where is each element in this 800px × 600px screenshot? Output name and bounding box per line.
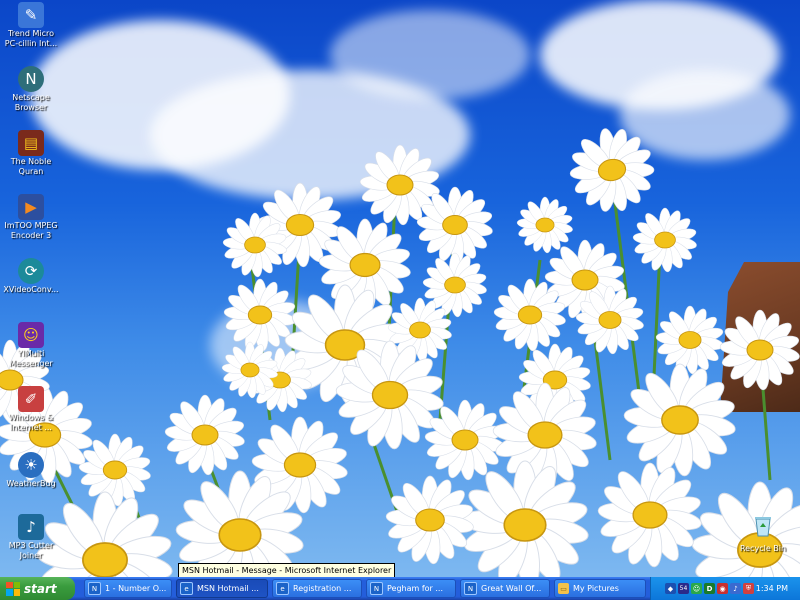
taskbar-item-label: 1 - Number O... — [105, 584, 167, 593]
ie-icon: N — [370, 582, 383, 595]
audio-icon: ♪ — [18, 514, 44, 540]
volume-icon[interactable]: ♪ — [730, 583, 741, 594]
desktop-icon-yimulti[interactable]: ☺ YIMulti Messenger — [2, 322, 60, 369]
taskbar-item-my-pictures[interactable]: ▭ My Pictures — [554, 579, 646, 598]
start-button[interactable]: start — [0, 577, 75, 600]
desktop-icon-imtoo[interactable]: ▶ ImTOO MPEG Encoder 3 — [2, 194, 60, 241]
taskbar-item-great-wall[interactable]: N Great Wall Of... — [460, 579, 550, 598]
recycle-bin-label: Recycle Bin — [739, 544, 787, 553]
desktop-icon-label: YIMulti Messenger — [9, 349, 53, 368]
network-icon[interactable]: ◆ — [665, 583, 676, 594]
taskbar-item-label: Pegham for ... — [387, 584, 444, 593]
taskbar-item-label: Great Wall Of... — [481, 584, 542, 593]
taskbar-item-msn-hotmail[interactable]: e MSN Hotmail ... — [176, 579, 268, 598]
book-icon: ▤ — [18, 130, 44, 156]
desktop-icon-windows-internet[interactable]: ✐ Windows & Internet ... — [2, 386, 60, 433]
desktop-icon-trend-micro[interactable]: ✎ Trend Micro PC-cillin Int... — [2, 2, 60, 49]
desktop-icon-noble-quran[interactable]: ▤ The Noble Quran — [2, 130, 60, 177]
taskbar-item-label: MSN Hotmail ... — [197, 584, 259, 593]
taskbar-tooltip: MSN Hotmail - Message - Microsoft Intern… — [178, 563, 396, 577]
desktop-icon-label: Windows & Internet ... — [8, 413, 54, 432]
desktop-icon-mp3-cutter[interactable]: ♪ MP3 Cutter Joiner — [2, 514, 60, 561]
netscape-icon: N — [18, 66, 44, 92]
weather-icon: ☀ — [18, 452, 44, 478]
clock[interactable]: 1:34 PM — [756, 577, 788, 600]
desktop-icon-label: The Noble Quran — [10, 157, 52, 176]
start-label: start — [24, 581, 57, 596]
ie-icon: N — [88, 582, 101, 595]
d-icon[interactable]: D — [704, 583, 715, 594]
taskbar-item-pegham[interactable]: N Pegham for ... — [366, 579, 456, 598]
recycle-bin-icon — [755, 517, 771, 537]
tray-54-icon[interactable]: 54 — [678, 583, 689, 594]
pencil-icon: ✐ — [18, 386, 44, 412]
taskbar-item-number[interactable]: N 1 - Number O... — [84, 579, 172, 598]
taskbar-item-label: My Pictures — [573, 584, 619, 593]
ie-icon: N — [464, 582, 477, 595]
taskbar: start N 1 - Number O... e MSN Hotmail ..… — [0, 577, 800, 600]
desktop-icon-weatherbug[interactable]: ☀ WeatherBug — [2, 452, 60, 489]
desktop-icon-label: MP3 Cutter Joiner — [8, 541, 54, 560]
antivirus-icon[interactable]: ◉ — [717, 583, 728, 594]
system-tray: ◆ 54 ☺ D ◉ ♪ ⛨ 1:34 PM — [650, 577, 800, 600]
recycle-bin[interactable]: Recycle Bin — [732, 512, 794, 553]
trend-micro-icon: ✎ — [18, 2, 44, 28]
messenger-tray-icon[interactable]: ☺ — [691, 583, 702, 594]
film-icon: ▶ — [18, 194, 44, 220]
security-icon[interactable]: ⛨ — [743, 583, 754, 594]
desktop-wallpaper: ✎ Trend Micro PC-cillin Int... N Netscap… — [0, 0, 800, 577]
windows-logo-icon — [6, 581, 20, 596]
taskbar-item-label: Registration ... — [293, 584, 352, 593]
desktop-icon-netscape[interactable]: N Netscape Browser — [2, 66, 60, 113]
taskbar-item-registration[interactable]: e Registration ... — [272, 579, 362, 598]
ie-icon: e — [276, 582, 289, 595]
desktop-icon-xvideoconv[interactable]: ⟳ XVideoConv... — [2, 258, 60, 295]
desktop-icon-label: ImTOO MPEG Encoder 3 — [4, 221, 58, 240]
desktop-icon-label: XVideoConv... — [3, 285, 59, 294]
ie-icon: e — [180, 582, 193, 595]
desktop-icon-label: Netscape Browser — [12, 93, 50, 112]
desktop-icon-label: Trend Micro PC-cillin Int... — [4, 29, 58, 48]
messenger-icon: ☺ — [18, 322, 44, 348]
daisy-field — [0, 0, 800, 577]
video-convert-icon: ⟳ — [18, 258, 44, 284]
desktop-icon-label: WeatherBug — [6, 479, 56, 488]
folder-icon: ▭ — [558, 583, 569, 594]
